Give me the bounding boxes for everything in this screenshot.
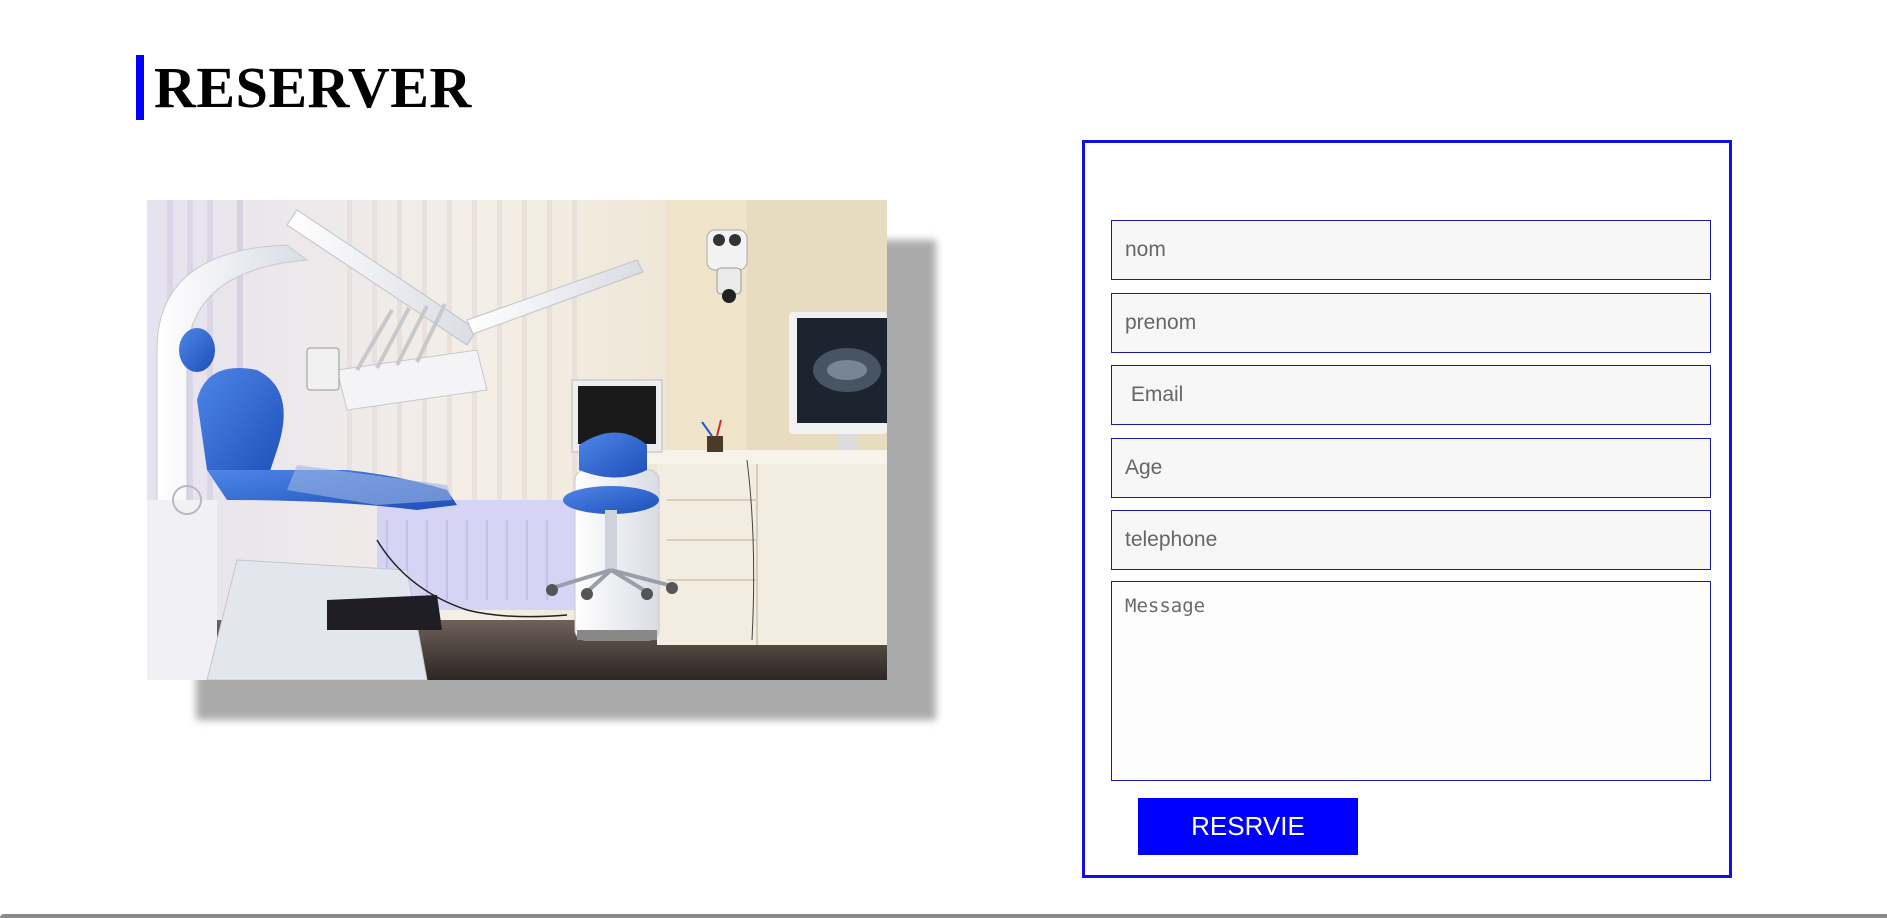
nom-input[interactable]: [1111, 220, 1711, 280]
reserve-submit-button[interactable]: RESRVIE: [1138, 798, 1358, 855]
page-title: RESERVER: [154, 55, 472, 120]
title-accent-bar: [136, 55, 144, 120]
prenom-input[interactable]: [1111, 293, 1711, 353]
dental-office-photo: [147, 200, 887, 680]
reservation-page: RESERVER nom prenom Email Age telephone …: [0, 0, 1887, 918]
email-input[interactable]: [1111, 365, 1711, 425]
telephone-input[interactable]: [1111, 510, 1711, 570]
message-textarea[interactable]: [1111, 581, 1711, 781]
age-input[interactable]: [1111, 438, 1711, 498]
bottom-divider: [0, 914, 1887, 918]
reservation-form: RESRVIE: [1082, 140, 1732, 878]
